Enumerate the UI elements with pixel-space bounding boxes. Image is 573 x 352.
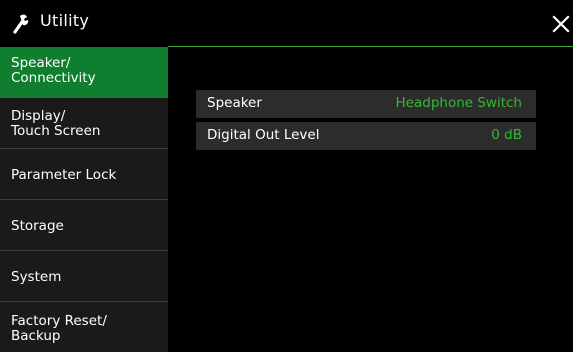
sidebar-item-storage[interactable]: Storage [0, 200, 168, 251]
sidebar-item-factory-reset-backup[interactable]: Factory Reset/ Backup [0, 302, 168, 352]
sidebar-item-label: Storage [11, 218, 64, 234]
sidebar-item-speaker-connectivity[interactable]: Speaker/ Connectivity [0, 47, 168, 98]
digital-out-level-row[interactable]: Digital Out Level 0 dB [196, 122, 536, 150]
sidebar-item-label: Display/ Touch Screen [11, 108, 101, 139]
sidebar-item-label: Parameter Lock [11, 167, 117, 183]
page-title: Utility [40, 11, 90, 30]
title-bar: Utility [0, 0, 573, 47]
wrench-icon [13, 14, 29, 34]
digital-out-level-value[interactable]: 0 dB [491, 127, 522, 143]
speaker-value[interactable]: Headphone Switch [396, 95, 522, 111]
sidebar-item-label: System [11, 269, 62, 285]
digital-out-level-label: Digital Out Level [207, 127, 320, 143]
title-divider [168, 46, 573, 47]
speaker-setting-row[interactable]: Speaker Headphone Switch [196, 90, 536, 118]
sidebar-item-label: Factory Reset/ Backup [11, 313, 107, 344]
sidebar-item-system[interactable]: System [0, 251, 168, 302]
close-icon[interactable] [551, 14, 571, 34]
speaker-label: Speaker [207, 95, 262, 111]
sidebar-item-parameter-lock[interactable]: Parameter Lock [0, 149, 168, 200]
sidebar: Speaker/ Connectivity Display/ Touch Scr… [0, 47, 168, 352]
sidebar-item-display-touch-screen[interactable]: Display/ Touch Screen [0, 98, 168, 149]
sidebar-item-label: Speaker/ Connectivity [11, 55, 96, 86]
